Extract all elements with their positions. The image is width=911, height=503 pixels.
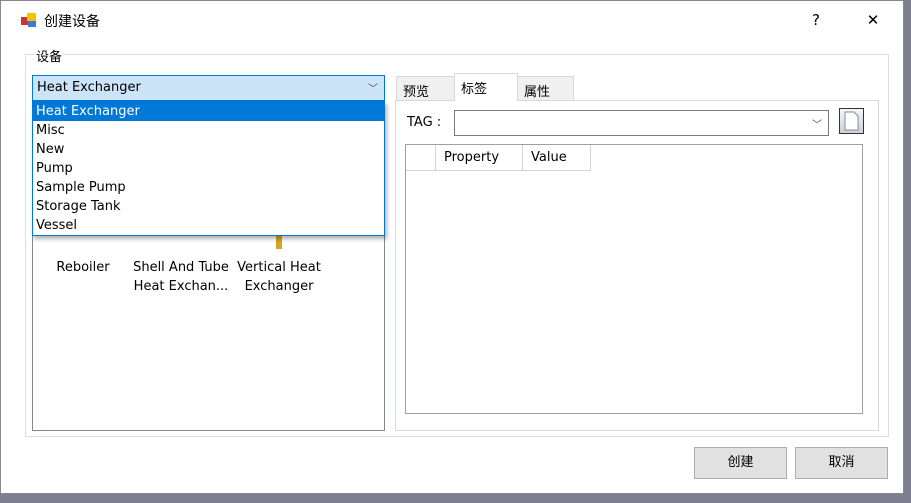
close-button[interactable]: ✕ [853, 5, 893, 35]
option-pump[interactable]: Pump [33, 159, 384, 178]
equipment-thumbnail [276, 236, 282, 249]
chevron-down-icon: ﹀ [812, 120, 822, 131]
item-reboiler[interactable]: Reboiler [33, 258, 133, 277]
combo-value: Heat Exchanger [37, 80, 141, 95]
column-header-value[interactable]: Value [523, 145, 591, 171]
option-heat-exchanger[interactable]: Heat Exchanger [33, 102, 384, 121]
option-storage-tank[interactable]: Storage Tank [33, 197, 384, 216]
category-dropdown[interactable]: Heat Exchanger Misc New Pump Sample Pump… [32, 101, 385, 236]
app-icon [21, 13, 36, 27]
row-header-corner [406, 145, 436, 171]
window-title: 创建设备 [44, 14, 100, 30]
tag-combo[interactable]: ﹀ [454, 110, 829, 136]
document-icon [844, 111, 859, 131]
create-equipment-dialog: 创建设备 ? ✕ 设备 Reboiler Shell And Tube Heat… [0, 0, 904, 494]
tag-label: TAG : [407, 115, 442, 130]
tab-tags[interactable]: 标签 [454, 73, 518, 101]
option-vessel[interactable]: Vessel [33, 216, 384, 235]
option-sample-pump[interactable]: Sample Pump [33, 178, 384, 197]
option-new[interactable]: New [33, 140, 384, 159]
cancel-button[interactable]: 取消 [795, 447, 888, 479]
new-tag-button[interactable] [839, 108, 864, 134]
group-label: 设备 [34, 46, 65, 65]
item-vertical-heat-exchanger[interactable]: Vertical Heat Exchanger [229, 258, 329, 296]
item-shell-and-tube[interactable]: Shell And Tube Heat Exchan... [131, 258, 231, 296]
property-grid[interactable]: Property Value [405, 144, 863, 414]
option-misc[interactable]: Misc [33, 121, 384, 140]
category-combo[interactable]: Heat Exchanger ﹀ [32, 75, 385, 101]
tab-properties[interactable]: 属性 [517, 76, 574, 101]
help-button[interactable]: ? [796, 5, 836, 35]
tab-preview[interactable]: 预览 [396, 76, 455, 101]
create-button[interactable]: 创建 [694, 447, 787, 479]
column-header-property[interactable]: Property [436, 145, 523, 171]
chevron-down-icon: ﹀ [368, 84, 378, 95]
